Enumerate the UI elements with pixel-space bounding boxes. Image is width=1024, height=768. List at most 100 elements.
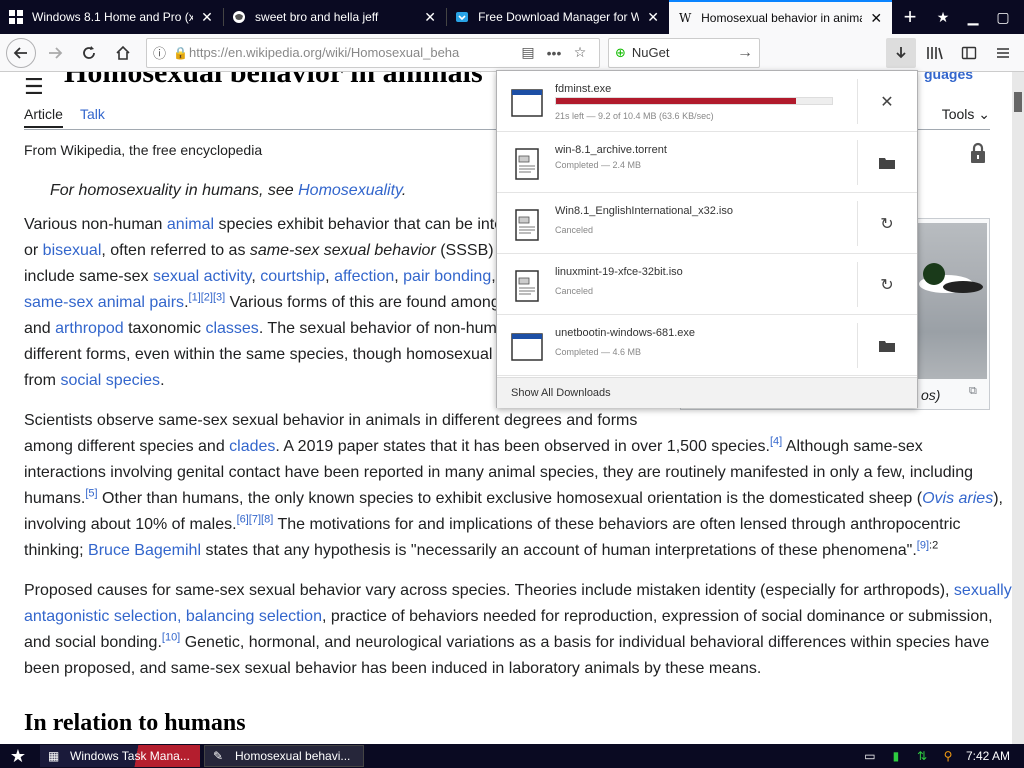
- url-bar[interactable]: ⓘ 🔒 https://en.wikipedia.org/wiki/Homose…: [146, 37, 600, 68]
- courtship-link[interactable]: courtship: [260, 268, 325, 285]
- clock[interactable]: 7:42 AM: [966, 749, 1010, 763]
- hamburger-icon: [997, 47, 1009, 58]
- sidebar-button[interactable]: [954, 38, 984, 68]
- arthropod-link[interactable]: arthropod: [55, 320, 124, 337]
- document-file-icon: [515, 209, 539, 241]
- open-folder-icon[interactable]: [865, 148, 909, 178]
- image-caption: os): [921, 387, 941, 403]
- tab-talk[interactable]: Talk: [80, 106, 105, 122]
- download-item[interactable]: fdminst.exe 21s left — 9.2 of 10.4 MB (6…: [497, 71, 917, 132]
- download-item[interactable]: Win8.1_EnglishInternational_x32.iso Canc…: [497, 193, 917, 254]
- info-icon[interactable]: ⓘ: [153, 43, 173, 62]
- keyboard-icon[interactable]: ▭: [862, 749, 878, 763]
- page-actions-icon[interactable]: •••: [541, 45, 567, 61]
- close-tab-icon[interactable]: ✕: [645, 9, 661, 25]
- animal-link[interactable]: animal: [167, 216, 214, 233]
- task-task-manager[interactable]: ▦ Windows Task Mana...: [40, 745, 200, 767]
- library-button[interactable]: [920, 38, 950, 68]
- search-icon[interactable]: ⚲: [940, 749, 956, 763]
- close-tab-icon[interactable]: ✕: [199, 9, 215, 25]
- text: Other than humans, the only known specie…: [97, 490, 923, 507]
- duck-shape: [943, 281, 983, 293]
- classes-link[interactable]: classes: [205, 320, 258, 337]
- clades-link[interactable]: clades: [229, 438, 275, 455]
- citation[interactable]: [4]: [770, 436, 782, 448]
- network-icon[interactable]: ⇅: [914, 749, 930, 763]
- antagonistic-selection-link[interactable]: antagonistic selection: [24, 608, 177, 625]
- bookmark-star-icon[interactable]: ☆: [567, 44, 593, 61]
- section-heading: In relation to humans: [24, 710, 246, 736]
- text: , often referred to as: [101, 242, 250, 259]
- download-item[interactable]: linuxmint-19-xfce-32bit.iso Canceled ↻: [497, 254, 917, 315]
- text: involving about 10% of males.: [24, 516, 237, 533]
- bisexual-link[interactable]: bisexual: [43, 242, 102, 259]
- search-go-icon[interactable]: →: [737, 44, 753, 62]
- tab-windows-81[interactable]: Windows 8.1 Home and Pro (x86 a ✕: [0, 0, 223, 34]
- pair-bonding-link[interactable]: pair bonding: [403, 268, 491, 285]
- start-button[interactable]: ★: [0, 744, 36, 768]
- infobox-image[interactable]: [913, 223, 987, 379]
- languages-link[interactable]: guages: [924, 72, 973, 82]
- enlarge-icon[interactable]: ⧉: [969, 385, 977, 398]
- toc-menu-icon[interactable]: ☰: [24, 74, 44, 100]
- minimize-icon[interactable]: ▁: [958, 0, 988, 34]
- url-text[interactable]: https://en.wikipedia.org/wiki/Homosexual…: [189, 45, 515, 60]
- download-item[interactable]: unetbootin-windows-681.exe Completed — 4…: [497, 315, 917, 376]
- text: . A 2019 paper states that it has been o…: [275, 438, 770, 455]
- search-bar[interactable]: ⊕ NuGet →: [608, 37, 760, 68]
- close-tab-icon[interactable]: ✕: [422, 9, 438, 25]
- sexual-activity-link[interactable]: sexual activity: [153, 268, 251, 285]
- social-species-link[interactable]: social species: [60, 372, 160, 389]
- citation[interactable]: [5]: [85, 488, 97, 500]
- tab-sweet-bro[interactable]: sweet bro and hella jeff ✕: [223, 0, 446, 34]
- same-sex-pairs-link[interactable]: same-sex animal pairs: [24, 294, 184, 311]
- exe-file-icon: [511, 333, 543, 361]
- lock-icon[interactable]: 🔒: [173, 46, 189, 60]
- affection-link[interactable]: affection: [334, 268, 394, 285]
- cancel-download-icon[interactable]: ✕: [865, 87, 909, 117]
- close-tab-icon[interactable]: ✕: [868, 10, 884, 26]
- home-button[interactable]: [108, 38, 138, 68]
- citation[interactable]: [9]: [917, 540, 929, 552]
- star-menu-icon[interactable]: ★: [928, 0, 958, 34]
- retry-download-icon[interactable]: ↻: [865, 270, 909, 300]
- ovis-aries-link[interactable]: Ovis aries: [922, 490, 993, 507]
- italic-text: same-sex sexual behavior: [249, 242, 436, 259]
- text: Genetic, hormonal, and neurological vari…: [180, 634, 990, 651]
- tab-free-download-manager[interactable]: Free Download Manager for Wind ✕: [446, 0, 669, 34]
- maximize-icon[interactable]: ▢: [988, 0, 1018, 34]
- fdm-icon: [454, 9, 470, 25]
- retry-download-icon[interactable]: ↻: [865, 209, 909, 239]
- back-button[interactable]: [6, 37, 36, 68]
- show-all-downloads-button[interactable]: Show All Downloads: [497, 377, 917, 408]
- download-item[interactable]: win-8.1_archive.torrent Completed — 2.4 …: [497, 132, 917, 193]
- citation[interactable]: [6][7][8]: [237, 514, 274, 526]
- reload-button[interactable]: [74, 38, 104, 68]
- search-input[interactable]: NuGet: [632, 45, 737, 60]
- tab-article[interactable]: Article: [24, 106, 63, 128]
- task-firefox[interactable]: ✎ Homosexual behavi...: [204, 745, 364, 767]
- sexually-link[interactable]: sexually: [954, 582, 1012, 599]
- bruce-bagemihl-link[interactable]: Bruce Bagemihl: [88, 542, 201, 559]
- protection-lock-icon[interactable]: [968, 142, 988, 164]
- menu-button[interactable]: [988, 38, 1018, 68]
- citation[interactable]: [1][2][3]: [189, 292, 226, 304]
- tab-tools[interactable]: Tools ⌄: [942, 106, 990, 123]
- window-controls: ★ ▁ ▢: [928, 0, 1024, 34]
- open-folder-icon[interactable]: [865, 331, 909, 361]
- tab-wikipedia-active[interactable]: W Homosexual behavior in animals ✕: [669, 0, 893, 34]
- chevron-down-icon: ⌄: [978, 106, 990, 122]
- balancing-selection-link[interactable]: balancing selection: [186, 608, 322, 625]
- battery-icon[interactable]: ▮: [888, 749, 904, 763]
- hatnote-suffix: .: [401, 182, 407, 199]
- homosexuality-link[interactable]: Homosexuality: [298, 182, 402, 199]
- task-label: Windows Task Mana...: [70, 749, 190, 763]
- reader-view-icon[interactable]: ▤: [515, 44, 541, 61]
- forward-button[interactable]: [40, 38, 70, 68]
- citation[interactable]: [10]: [162, 632, 180, 644]
- search-engine-icon[interactable]: ⊕: [615, 45, 626, 61]
- scrollbar-thumb[interactable]: [1014, 92, 1022, 112]
- downloads-button[interactable]: [886, 37, 916, 68]
- page-scrollbar[interactable]: [1012, 72, 1024, 744]
- new-tab-button[interactable]: +: [892, 0, 928, 34]
